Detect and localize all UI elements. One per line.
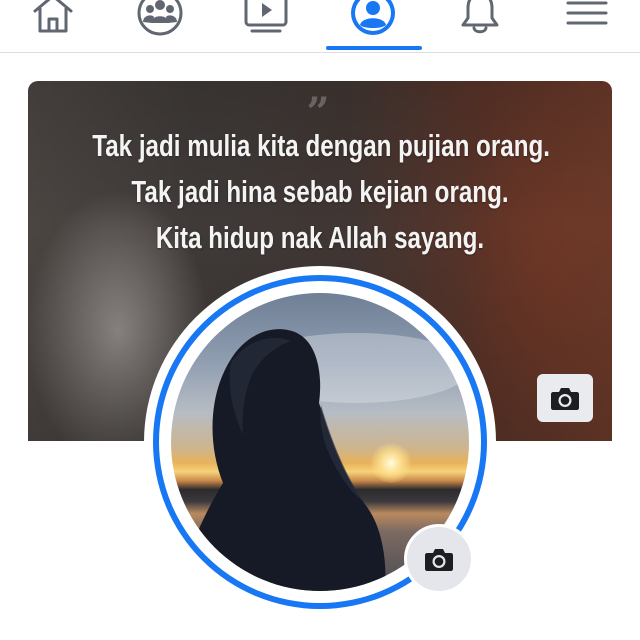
nav-notifications-tab[interactable] (444, 0, 516, 40)
nav-home-tab[interactable] (17, 0, 89, 40)
top-navigation-bar (0, 0, 640, 53)
quote-line: Tak jadi hina sebab kejian orang. (131, 174, 509, 209)
edit-cover-photo-button[interactable] (537, 374, 593, 422)
camera-icon (425, 549, 453, 571)
nav-profile-tab[interactable] (337, 0, 409, 40)
nav-watch-tab[interactable] (230, 0, 302, 40)
profile-icon (351, 0, 395, 35)
active-tab-indicator (326, 46, 422, 50)
nav-groups-tab[interactable] (124, 0, 196, 40)
groups-icon (137, 0, 183, 36)
edit-profile-picture-button[interactable] (404, 524, 474, 594)
nav-menu-tab[interactable] (551, 0, 623, 40)
camera-icon (551, 388, 579, 410)
quote-line: Kita hidup nak Allah sayang. (155, 220, 485, 255)
video-icon (244, 0, 288, 33)
cover-quote-text: Tak jadi mulia kita dengan pujian orang.… (92, 123, 550, 261)
hamburger-menu-icon (566, 1, 608, 25)
quote-line: Tak jadi mulia kita dengan pujian orang. (92, 128, 550, 163)
home-icon (33, 0, 73, 33)
bell-icon (461, 0, 499, 34)
